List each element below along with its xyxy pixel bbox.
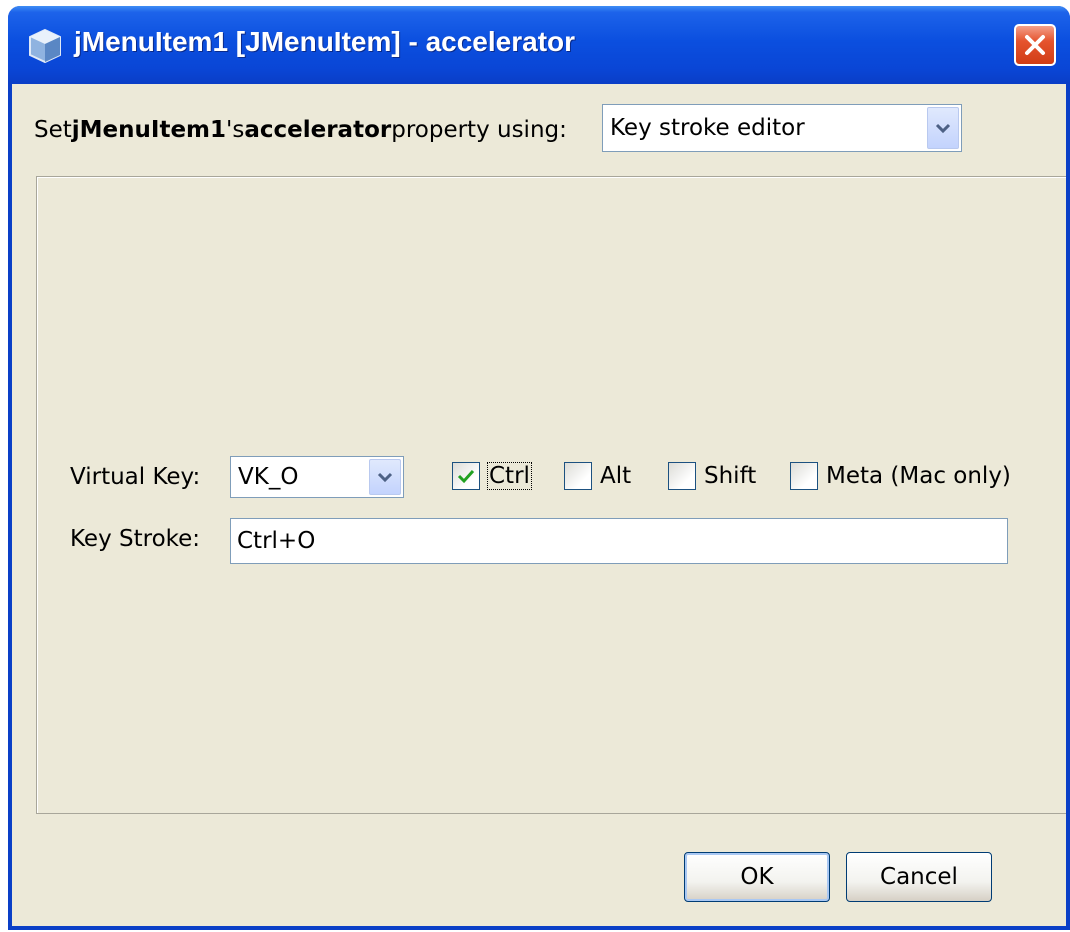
close-icon xyxy=(1025,35,1045,55)
key-stroke-editor-panel xyxy=(36,176,1066,814)
shift-label: Shift xyxy=(704,463,757,489)
ok-label: OK xyxy=(740,864,774,890)
property-name: accelerator xyxy=(244,117,392,143)
title-bar[interactable]: jMenuItem1 [JMenuItem] - accelerator xyxy=(8,6,1070,84)
cancel-button[interactable]: Cancel xyxy=(846,852,992,902)
chevron-down-icon xyxy=(377,472,393,483)
ok-button[interactable]: OK xyxy=(684,852,830,902)
checkbox-box[interactable] xyxy=(452,462,480,490)
ctrl-checkbox[interactable]: Ctrl xyxy=(452,462,532,490)
label-suffix: property using: xyxy=(391,117,567,143)
property-editor-label: Set ​jMenuItem1's ​accelerator property … xyxy=(34,106,567,154)
alt-label: Alt xyxy=(600,463,632,489)
editor-method-value: Key stroke editor xyxy=(610,115,805,141)
ctrl-label: Ctrl xyxy=(487,462,532,490)
meta-label: Meta (Mac only) xyxy=(826,463,1011,489)
meta-checkbox[interactable]: Meta (Mac only) xyxy=(790,462,1011,490)
label-possessive: 's xyxy=(226,117,245,143)
virtual-key-select[interactable]: VK_O xyxy=(230,456,404,498)
chevron-down-icon xyxy=(935,123,951,134)
editor-method-select[interactable]: Key stroke editor xyxy=(602,104,962,152)
shift-checkbox[interactable]: Shift xyxy=(668,462,756,490)
cancel-label: Cancel xyxy=(880,864,958,890)
checkbox-box[interactable] xyxy=(668,462,696,490)
window-title: jMenuItem1 [JMenuItem] - accelerator xyxy=(74,26,576,57)
key-stroke-label: Key Stroke: xyxy=(70,526,201,552)
checkbox-box[interactable] xyxy=(790,462,818,490)
dialog-content: Set ​jMenuItem1's ​accelerator property … xyxy=(12,84,1066,926)
dropdown-button[interactable] xyxy=(369,459,401,495)
close-button[interactable] xyxy=(1014,24,1056,66)
dialog-window: jMenuItem1 [JMenuItem] - accelerator Set… xyxy=(8,6,1070,930)
bean-icon xyxy=(29,28,61,64)
dropdown-button[interactable] xyxy=(927,107,959,149)
checkmark-icon xyxy=(457,469,475,484)
virtual-key-label: Virtual Key: xyxy=(70,464,201,490)
key-stroke-value: Ctrl+O xyxy=(237,528,316,554)
component-name: jMenuItem1 xyxy=(71,117,227,143)
alt-checkbox[interactable]: Alt xyxy=(564,462,631,490)
key-stroke-field[interactable]: Ctrl+O xyxy=(230,518,1008,564)
label-prefix: Set xyxy=(34,117,72,143)
checkbox-box[interactable] xyxy=(564,462,592,490)
